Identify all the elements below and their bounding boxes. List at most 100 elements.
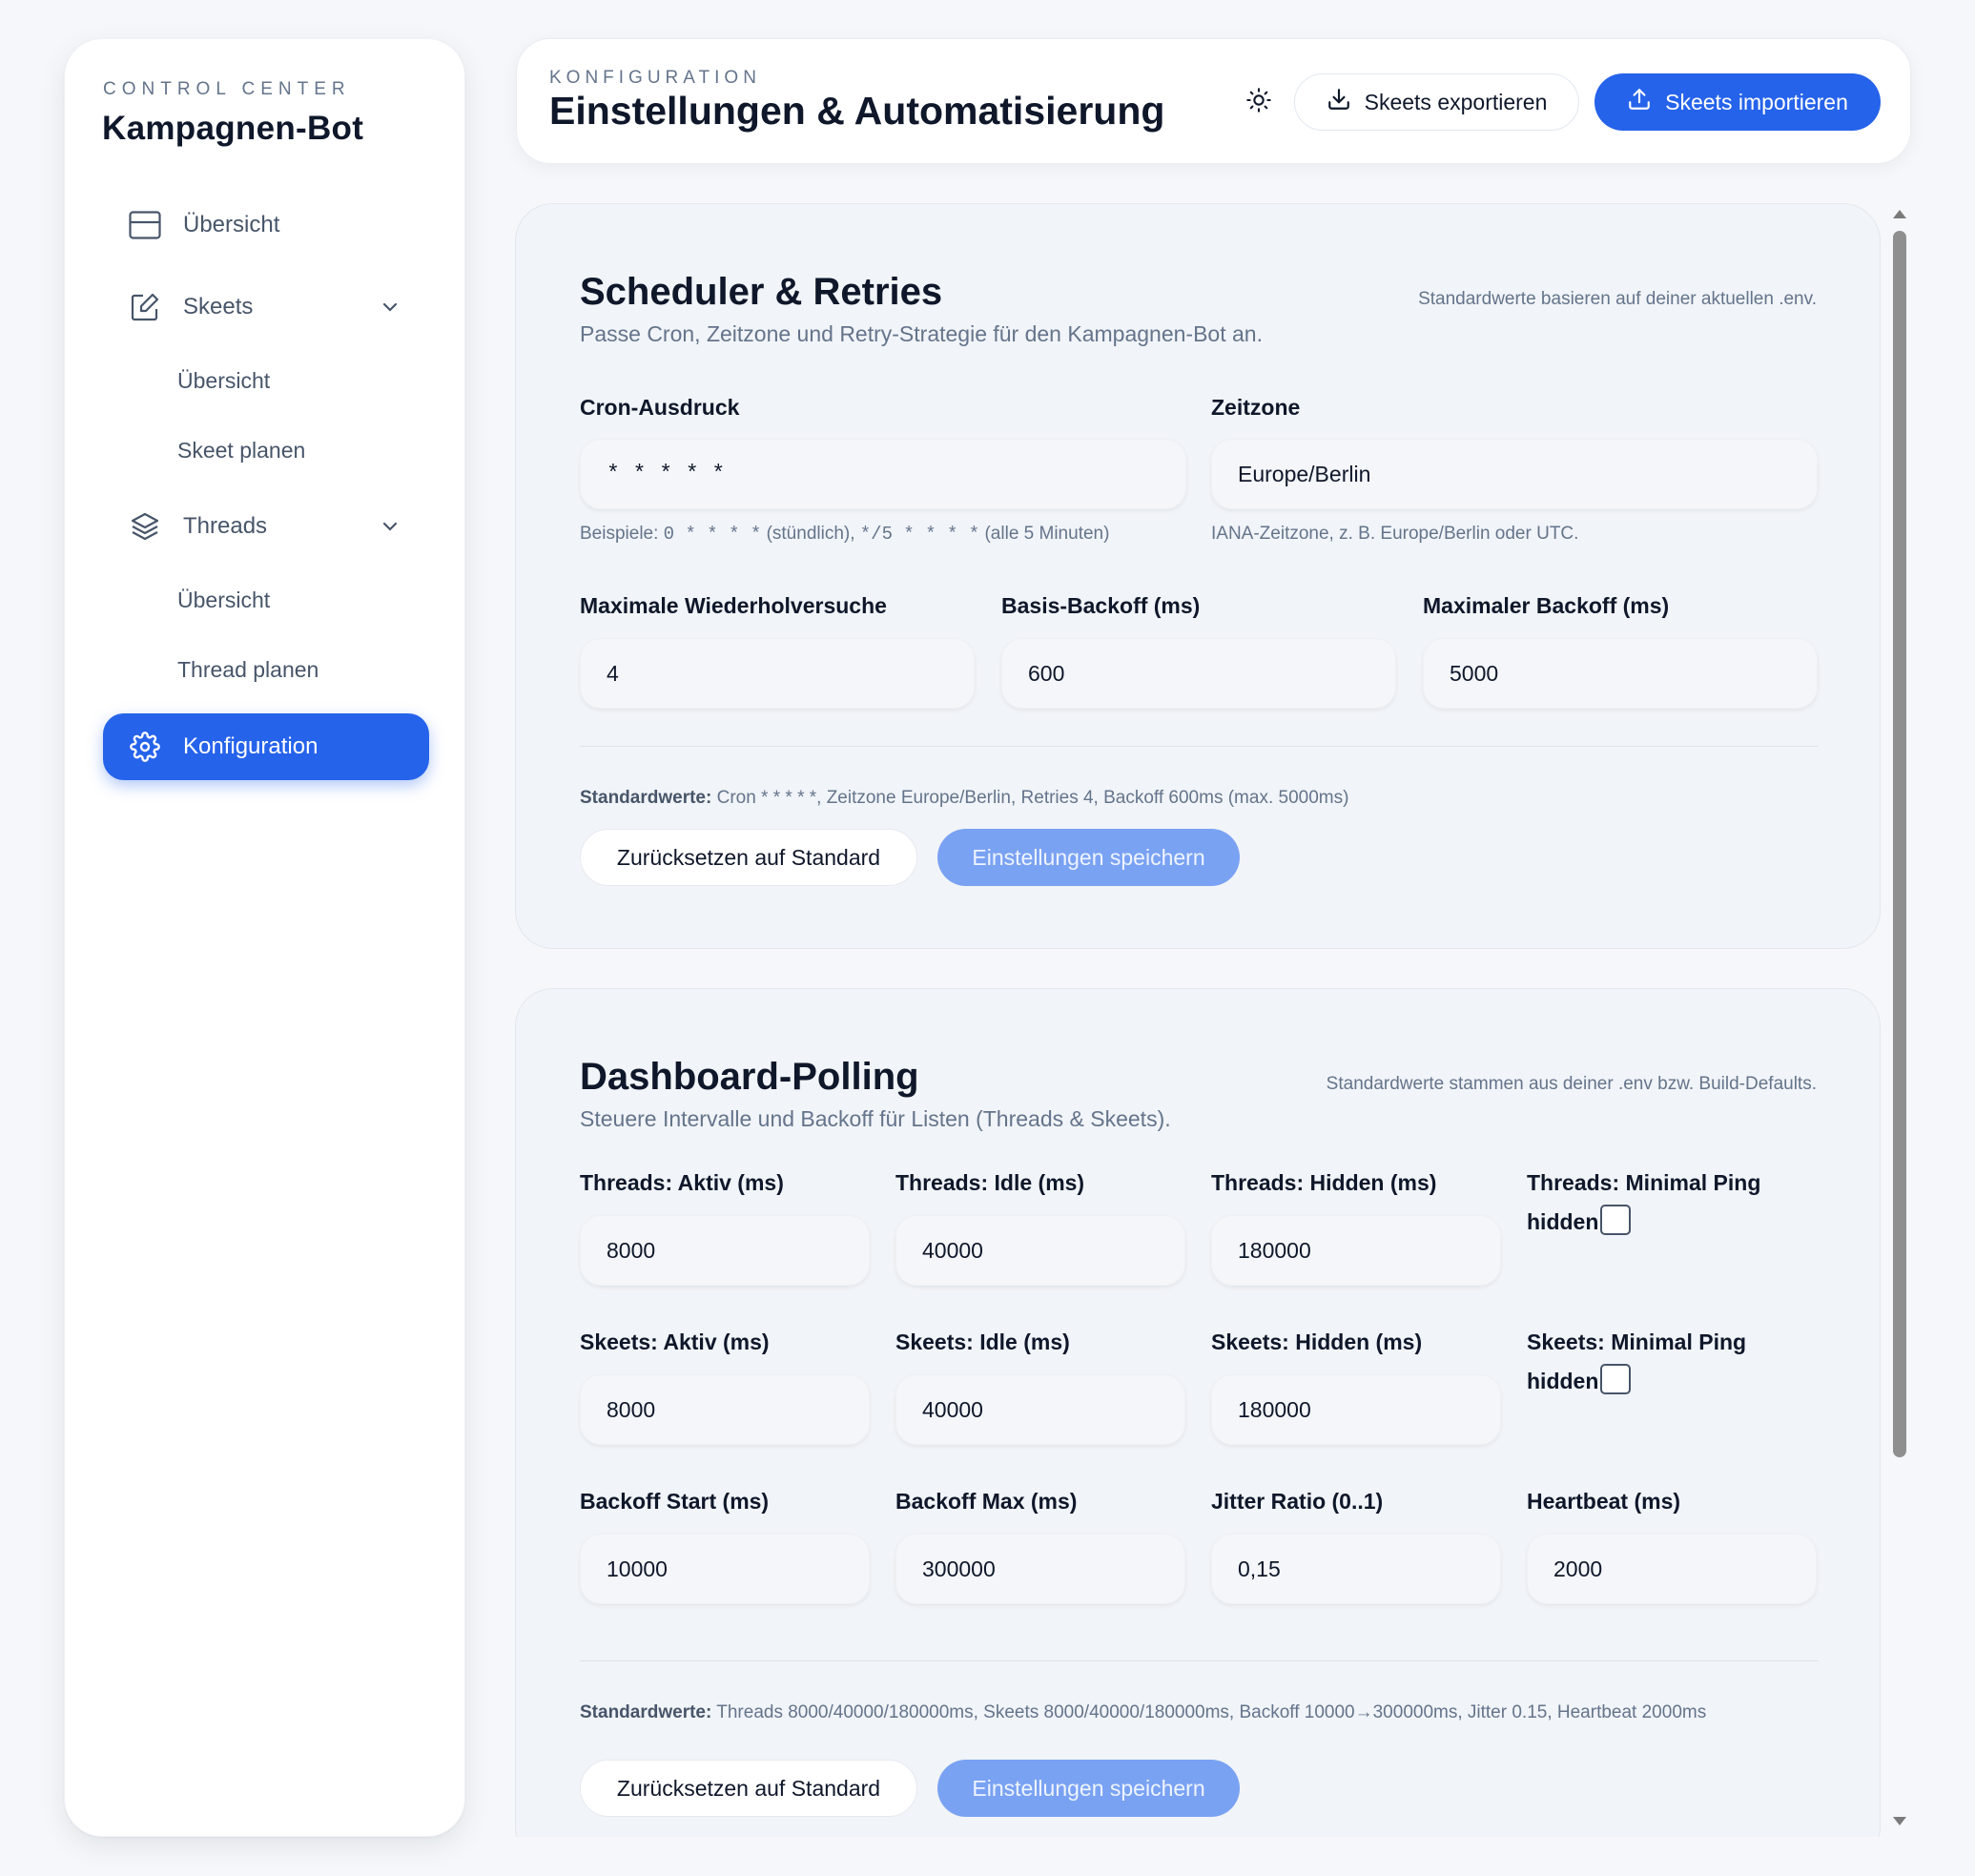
scrollbar[interactable] bbox=[1890, 202, 1909, 1837]
scroll-down-arrow[interactable] bbox=[1893, 1817, 1906, 1825]
sidebar-item-skeets[interactable]: Skeets bbox=[103, 274, 429, 340]
skeets-hidden-label: Skeets: Hidden (ms) bbox=[1211, 1330, 1423, 1354]
scheduler-subtitle: Passe Cron, Zeitzone und Retry-Strategie… bbox=[580, 321, 1263, 346]
cron-label: Cron-Ausdruck bbox=[580, 395, 740, 420]
sidebar-subitem-skeets-overview[interactable]: Übersicht bbox=[177, 368, 270, 394]
sidebar-item-overview[interactable]: Übersicht bbox=[103, 192, 429, 258]
sidebar-item-configuration[interactable]: Konfiguration bbox=[103, 713, 429, 780]
upload-icon bbox=[1627, 87, 1652, 117]
polling-save-button[interactable]: Einstellungen speichern bbox=[937, 1760, 1240, 1817]
polling-subtitle: Steuere Intervalle und Backoff für Liste… bbox=[580, 1106, 1171, 1131]
sidebar-item-label: Konfiguration bbox=[183, 733, 319, 759]
threads-idle-input[interactable]: 40000 bbox=[895, 1215, 1185, 1286]
defaults-label: Standardwerte: bbox=[580, 1702, 712, 1722]
backoff-start-input[interactable]: 10000 bbox=[580, 1534, 870, 1604]
base-backoff-value: 600 bbox=[1028, 660, 1065, 686]
backoff-start-value: 10000 bbox=[607, 1556, 668, 1581]
gear-icon bbox=[128, 730, 162, 764]
cron-help-suffix: (alle 5 Minuten) bbox=[979, 524, 1110, 544]
threads-active-value: 8000 bbox=[607, 1237, 656, 1263]
threads-hidden-input[interactable]: 180000 bbox=[1211, 1215, 1501, 1286]
heartbeat-label: Heartbeat (ms) bbox=[1527, 1489, 1681, 1514]
cron-help-example-2: */5 * * * * bbox=[859, 524, 980, 545]
export-skeets-button[interactable]: Skeets exportieren bbox=[1294, 73, 1579, 131]
sun-icon bbox=[1245, 87, 1272, 118]
chevron-down-icon[interactable] bbox=[380, 516, 401, 537]
sidebar-item-label: Skeets bbox=[183, 294, 254, 320]
jitter-value: 0,15 bbox=[1238, 1556, 1281, 1581]
backoff-max-input[interactable]: 300000 bbox=[895, 1534, 1185, 1604]
max-backoff-input[interactable]: 5000 bbox=[1423, 638, 1818, 709]
threads-active-input[interactable]: 8000 bbox=[580, 1215, 870, 1286]
skeets-ping-checkbox[interactable] bbox=[1600, 1363, 1632, 1394]
skeets-active-label: Skeets: Aktiv (ms) bbox=[580, 1330, 770, 1354]
skeets-idle-label: Skeets: Idle (ms) bbox=[895, 1330, 1070, 1354]
backoff-max-value: 300000 bbox=[922, 1556, 996, 1581]
import-label: Skeets importieren bbox=[1665, 89, 1848, 114]
polling-reset-button[interactable]: Zurücksetzen auf Standard bbox=[580, 1760, 917, 1817]
threads-ping-checkbox[interactable] bbox=[1600, 1204, 1632, 1235]
skeets-ping-label: Skeets: Minimal Ping hidden bbox=[1527, 1330, 1747, 1393]
sidebar-subitem-thread-plan[interactable]: Thread planen bbox=[177, 657, 319, 683]
brand-kicker: CONTROL CENTER bbox=[103, 79, 351, 99]
edit-icon bbox=[128, 290, 162, 324]
base-backoff-input[interactable]: 600 bbox=[1001, 638, 1396, 709]
threads-ping-label: Threads: Minimal Ping hidden bbox=[1527, 1170, 1761, 1234]
polling-card: Dashboard-Polling Steuere Intervalle und… bbox=[515, 988, 1881, 1837]
cron-help-mid: (stündlich), bbox=[761, 524, 860, 544]
skeets-idle-input[interactable]: 40000 bbox=[895, 1374, 1185, 1445]
chevron-down-icon[interactable] bbox=[380, 297, 401, 318]
theme-toggle-button[interactable] bbox=[1236, 79, 1282, 125]
timezone-input[interactable]: Europe/Berlin bbox=[1211, 439, 1818, 509]
settings-scroll-area[interactable]: Scheduler & Retries Passe Cron, Zeitzone… bbox=[515, 202, 1907, 1837]
timezone-help: IANA-Zeitzone, z. B. Europe/Berlin oder … bbox=[1211, 524, 1579, 544]
jitter-label: Jitter Ratio (0..1) bbox=[1211, 1489, 1384, 1514]
retries-input[interactable]: 4 bbox=[580, 638, 975, 709]
cron-help-example-1: 0 * * * * bbox=[663, 524, 762, 545]
sidebar-subitem-threads-overview[interactable]: Übersicht bbox=[177, 588, 270, 613]
timezone-value: Europe/Berlin bbox=[1238, 461, 1371, 486]
max-backoff-label: Maximaler Backoff (ms) bbox=[1423, 593, 1670, 618]
backoff-start-label: Backoff Start (ms) bbox=[580, 1489, 770, 1514]
divider bbox=[580, 746, 1819, 747]
defaults-text: Threads 8000/40000/180000ms, Skeets 8000… bbox=[711, 1702, 1707, 1722]
skeets-ping-field: Skeets: Minimal Ping hidden bbox=[1527, 1323, 1803, 1401]
page-header: KONFIGURATION Einstellungen & Automatisi… bbox=[516, 38, 1911, 164]
heartbeat-value: 2000 bbox=[1553, 1556, 1603, 1581]
cron-help-prefix: Beispiele: bbox=[580, 524, 664, 544]
jitter-input[interactable]: 0,15 bbox=[1211, 1534, 1501, 1604]
scheduler-save-button[interactable]: Einstellungen speichern bbox=[937, 829, 1240, 886]
cron-input[interactable]: * * * * * bbox=[580, 439, 1186, 509]
skeets-idle-value: 40000 bbox=[922, 1396, 983, 1422]
sidebar-subitem-skeet-plan[interactable]: Skeet planen bbox=[177, 438, 305, 464]
page-title: Einstellungen & Automatisierung bbox=[549, 89, 1165, 133]
heartbeat-input[interactable]: 2000 bbox=[1527, 1534, 1817, 1604]
skeets-hidden-value: 180000 bbox=[1238, 1396, 1311, 1422]
defaults-label: Standardwerte: bbox=[580, 788, 712, 808]
download-icon bbox=[1327, 87, 1351, 117]
timezone-label: Zeitzone bbox=[1211, 395, 1301, 420]
skeets-hidden-input[interactable]: 180000 bbox=[1211, 1374, 1501, 1445]
export-label: Skeets exportieren bbox=[1364, 89, 1548, 114]
threads-active-label: Threads: Aktiv (ms) bbox=[580, 1170, 784, 1195]
header-kicker: KONFIGURATION bbox=[549, 68, 761, 88]
retries-label: Maximale Wiederholversuche bbox=[580, 593, 887, 618]
threads-hidden-label: Threads: Hidden (ms) bbox=[1211, 1170, 1437, 1195]
sidebar-item-threads[interactable]: Threads bbox=[103, 493, 429, 560]
sidebar: CONTROL CENTER Kampagnen-Bot Übersicht S… bbox=[64, 38, 465, 1837]
scroll-up-arrow[interactable] bbox=[1893, 210, 1906, 218]
backoff-max-label: Backoff Max (ms) bbox=[895, 1489, 1078, 1514]
polling-defaults: Standardwerte: Threads 8000/40000/180000… bbox=[580, 1701, 1819, 1725]
polling-title: Dashboard-Polling bbox=[580, 1056, 919, 1098]
scheduler-card: Scheduler & Retries Passe Cron, Zeitzone… bbox=[515, 203, 1881, 949]
divider bbox=[580, 1660, 1819, 1661]
max-backoff-value: 5000 bbox=[1450, 660, 1499, 686]
threads-hidden-value: 180000 bbox=[1238, 1237, 1311, 1263]
scheduler-reset-button[interactable]: Zurücksetzen auf Standard bbox=[580, 829, 917, 886]
import-skeets-button[interactable]: Skeets importieren bbox=[1594, 73, 1881, 131]
cron-help: Beispiele: 0 * * * * (stündlich), */5 * … bbox=[580, 524, 1109, 545]
cron-value: * * * * * bbox=[607, 462, 726, 486]
threads-idle-label: Threads: Idle (ms) bbox=[895, 1170, 1085, 1195]
scrollbar-thumb[interactable] bbox=[1893, 231, 1906, 1457]
skeets-active-input[interactable]: 8000 bbox=[580, 1374, 870, 1445]
